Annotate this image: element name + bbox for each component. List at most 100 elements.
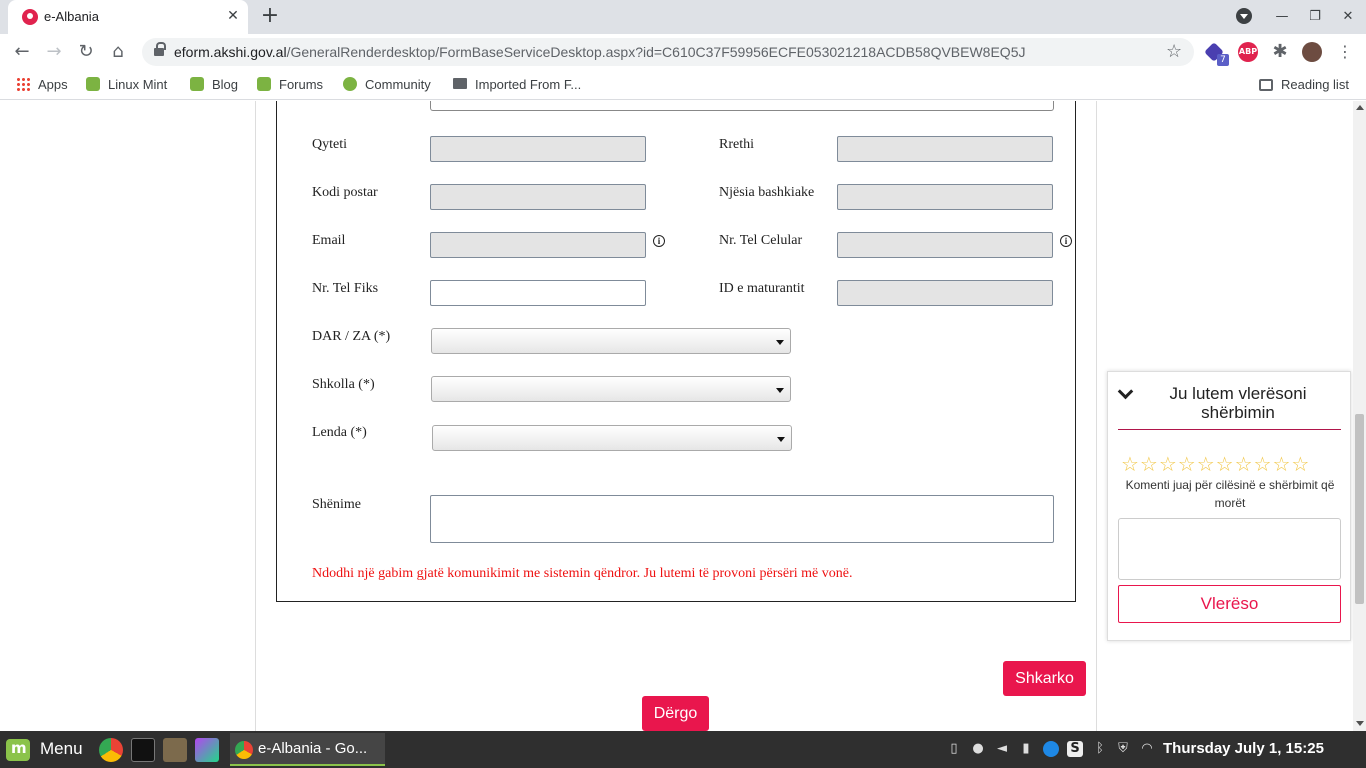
tel-celular-info-icon[interactable]: i xyxy=(1060,235,1072,247)
download-button[interactable]: Shkarko xyxy=(1003,661,1086,696)
bluetooth-icon[interactable]: ᛒ xyxy=(1092,741,1108,757)
minimize-button[interactable]: — xyxy=(1271,6,1293,28)
address-input-partial[interactable] xyxy=(430,101,1054,111)
shield-icon[interactable]: ⛨ xyxy=(1115,741,1131,757)
id-maturantit-input xyxy=(837,280,1053,306)
dar-za-select[interactable] xyxy=(431,328,791,354)
linux-mint-menu-icon[interactable] xyxy=(6,739,30,761)
rating-divider xyxy=(1118,429,1341,430)
sublime-icon[interactable] xyxy=(163,738,187,762)
chrome-icon[interactable] xyxy=(99,738,123,762)
forward-arrow-icon[interactable]: → xyxy=(42,40,66,64)
chrome-icon xyxy=(235,741,253,759)
phpstorm-icon[interactable] xyxy=(195,738,219,762)
rrethi-input xyxy=(837,136,1053,162)
reading-list-icon xyxy=(1259,79,1273,91)
bookmark-label: Forums xyxy=(279,77,324,92)
tel-fiks-input[interactable] xyxy=(430,280,646,306)
tab-close-icon[interactable]: ✕ xyxy=(224,7,242,25)
label-tel-fiks: Nr. Tel Fiks xyxy=(312,281,379,296)
scroll-up-icon[interactable] xyxy=(1356,105,1364,110)
label-rrethi: Rrethi xyxy=(719,137,754,152)
lenda-select[interactable] xyxy=(432,425,792,451)
email-input xyxy=(430,232,646,258)
label-dar-za: DAR / ZA (*) xyxy=(312,329,391,344)
address-bar[interactable]: eform.akshi.gov.al/GeneralRenderdesktop/… xyxy=(142,38,1194,66)
njesia-bashkiake-input xyxy=(837,184,1053,210)
url-path: /GeneralRenderdesktop/FormBaseServiceDes… xyxy=(286,44,1026,60)
star-rating[interactable]: ☆☆☆☆☆☆☆☆☆☆ xyxy=(1121,452,1310,476)
layout-divider xyxy=(255,101,256,731)
chrome-menu-icon[interactable]: ⋮ xyxy=(1333,40,1357,64)
kodi-postar-input xyxy=(430,184,646,210)
home-icon[interactable]: ⌂ xyxy=(106,40,130,64)
bookmark-forums[interactable]: Forums xyxy=(257,76,323,94)
lock-icon[interactable] xyxy=(154,42,166,57)
extensions-puzzle-icon[interactable]: ✱ xyxy=(1268,40,1292,64)
adblock-plus-icon[interactable]: ABP xyxy=(1238,42,1258,62)
rating-comment-label: Komenti juaj për cilësinë e shërbimit që… xyxy=(1125,478,1335,510)
shenime-textarea[interactable] xyxy=(430,495,1054,543)
taskbar: Menu e-Albania - Go... ▯ ● ◄ ▮ S ᛒ ⛨ ◠ T… xyxy=(0,731,1366,768)
page-scrollbar[interactable] xyxy=(1353,101,1366,731)
reading-list-label: Reading list xyxy=(1281,77,1349,92)
qyteti-input xyxy=(430,136,646,162)
bookmark-apps[interactable]: Apps xyxy=(16,76,68,94)
close-window-button[interactable]: ✕ xyxy=(1337,6,1359,28)
bookmarks-bar: Apps Linux Mint Blog Forums Community Im… xyxy=(0,70,1366,100)
email-info-icon[interactable]: i xyxy=(653,235,665,247)
skype-icon[interactable]: S xyxy=(1067,741,1083,757)
folder-icon xyxy=(453,78,467,89)
bookmark-star-icon[interactable]: ☆ xyxy=(1166,41,1182,62)
scroll-thumb[interactable] xyxy=(1355,414,1364,604)
url-host: eform.akshi.gov.al xyxy=(174,44,287,60)
community-icon xyxy=(343,77,357,91)
bookmark-label: Community xyxy=(365,77,431,92)
terminal-icon[interactable] xyxy=(131,738,155,762)
bookmark-community[interactable]: Community xyxy=(343,76,431,94)
bookmark-blog[interactable]: Blog xyxy=(190,76,238,94)
linux-mint-icon xyxy=(86,77,100,91)
shkolla-select[interactable] xyxy=(431,376,791,402)
label-qyteti: Qyteti xyxy=(312,137,347,152)
wifi-icon[interactable]: ◠ xyxy=(1139,741,1155,757)
menu-label[interactable]: Menu xyxy=(40,739,83,759)
teamviewer-icon[interactable] xyxy=(1043,741,1059,757)
maximize-button[interactable]: ❐ xyxy=(1304,6,1326,28)
reload-icon[interactable]: ↻ xyxy=(74,40,98,64)
bookmark-folder-imported[interactable]: Imported From F... xyxy=(453,76,581,94)
label-tel-celular: Nr. Tel Celular xyxy=(719,233,803,248)
taskbar-window-e-albania[interactable]: e-Albania - Go... xyxy=(230,733,385,766)
device-icon[interactable]: ▯ xyxy=(946,741,962,757)
submit-button[interactable]: Dërgo xyxy=(642,696,709,731)
tab-search-icon[interactable] xyxy=(1236,8,1252,24)
reading-list-button[interactable]: Reading list xyxy=(1259,76,1349,94)
tab-e-albania[interactable]: e-Albania ✕ xyxy=(8,0,248,34)
bookmark-label: Blog xyxy=(212,77,239,92)
e-albania-favicon-icon xyxy=(22,9,38,25)
taskbar-window-label: e-Albania - Go... xyxy=(258,740,368,757)
label-email: Email xyxy=(312,233,346,248)
linux-mint-icon xyxy=(190,77,204,91)
tel-celular-input xyxy=(837,232,1053,258)
linux-mint-icon xyxy=(257,77,271,91)
chevron-down-icon[interactable] xyxy=(1117,383,1134,400)
label-lenda: Lenda (*) xyxy=(312,425,367,440)
error-message: Ndodhi një gabim gjatë komunikimit me si… xyxy=(312,566,853,581)
rate-button[interactable]: Vlerëso xyxy=(1118,585,1341,623)
browser-toolbar: ← → ↻ ⌂ eform.akshi.gov.al/GeneralRender… xyxy=(0,34,1366,70)
scroll-down-icon[interactable] xyxy=(1356,721,1364,726)
volume-icon[interactable]: ◄ xyxy=(994,741,1010,757)
profile-avatar[interactable] xyxy=(1302,42,1322,62)
layout-divider xyxy=(1096,101,1097,731)
user-icon[interactable]: ● xyxy=(970,741,986,757)
bookmark-linux-mint[interactable]: Linux Mint xyxy=(86,76,167,94)
label-kodi-postar: Kodi postar xyxy=(312,185,378,200)
battery-icon[interactable]: ▮ xyxy=(1018,741,1034,757)
apps-grid-icon xyxy=(16,77,30,91)
back-arrow-icon[interactable]: ← xyxy=(10,40,34,64)
new-tab-button[interactable]: + xyxy=(258,5,282,29)
url-text[interactable]: eform.akshi.gov.al/GeneralRenderdesktop/… xyxy=(174,44,1025,60)
clock[interactable]: Thursday July 1, 15:25 xyxy=(1163,740,1324,757)
rating-comment-textarea[interactable] xyxy=(1118,518,1341,580)
